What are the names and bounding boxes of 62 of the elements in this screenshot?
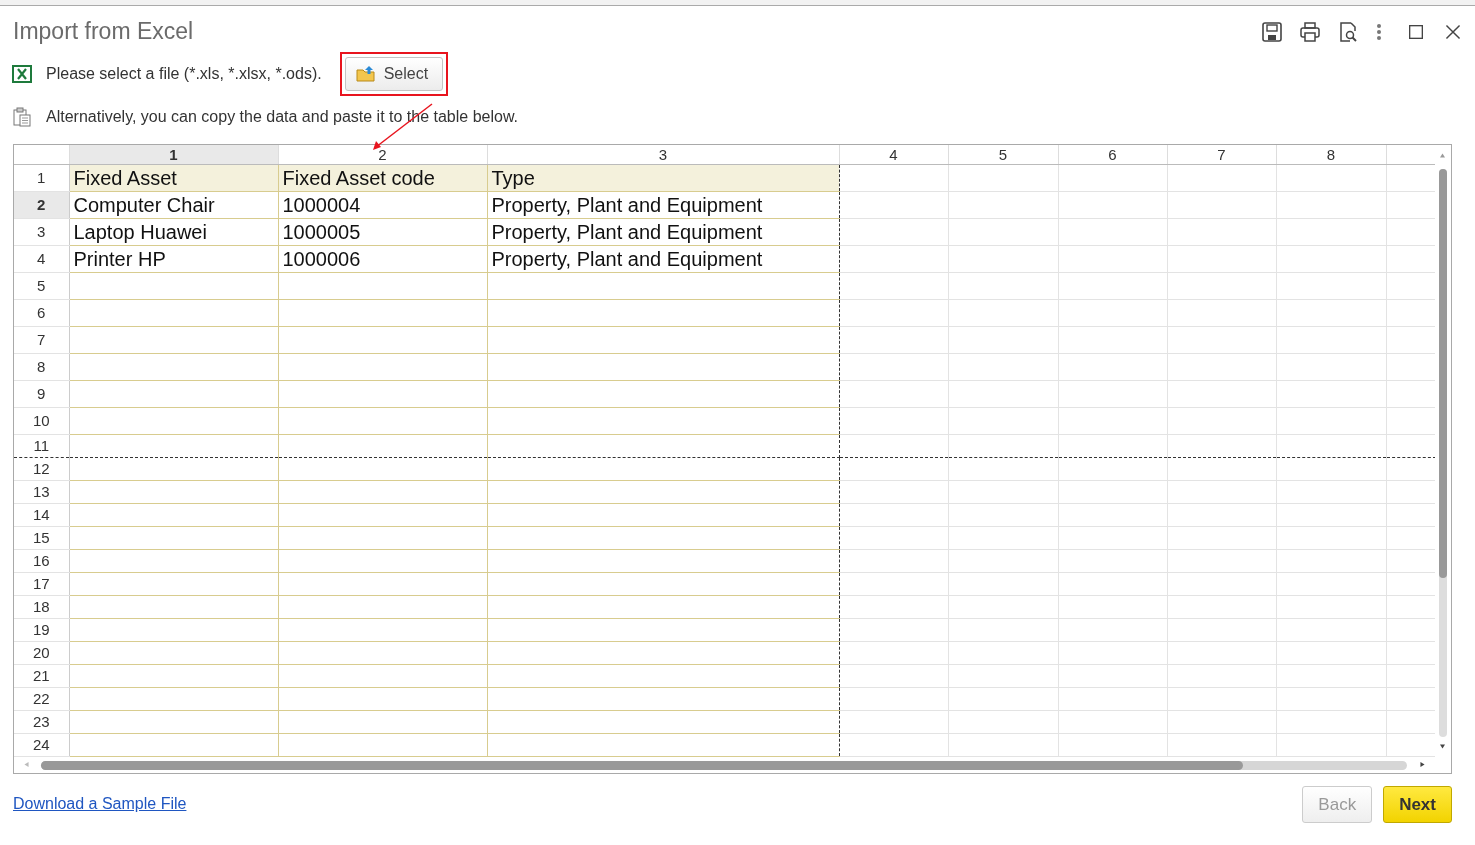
row-header[interactable]: 1 bbox=[14, 164, 69, 192]
window-title: Import from Excel bbox=[13, 18, 194, 46]
row-header[interactable]: 20 bbox=[14, 641, 69, 665]
table-cell: Property, Plant and Equipment bbox=[487, 191, 839, 219]
maximize-icon[interactable] bbox=[1409, 24, 1423, 39]
download-sample-link[interactable]: Download a Sample File bbox=[13, 792, 187, 817]
save-icon[interactable] bbox=[1261, 20, 1283, 43]
row-header[interactable]: 9 bbox=[14, 380, 69, 408]
row-header[interactable]: 2 bbox=[14, 191, 69, 219]
scroll-up-arrow[interactable] bbox=[1440, 152, 1445, 158]
row-header[interactable]: 15 bbox=[14, 526, 69, 550]
spreadsheet-icon bbox=[12, 64, 32, 83]
next-button[interactable]: Next bbox=[1383, 785, 1452, 824]
column-header[interactable]: 6 bbox=[1058, 144, 1167, 165]
row-header[interactable]: 19 bbox=[14, 618, 69, 642]
column-header[interactable]: 7 bbox=[1167, 144, 1276, 165]
vertical-scrollbar-thumb[interactable] bbox=[1439, 168, 1447, 578]
row-header[interactable]: 3 bbox=[14, 218, 69, 246]
close-icon[interactable] bbox=[1445, 23, 1461, 40]
table-cell: Property, Plant and Equipment bbox=[487, 245, 839, 273]
table-cell: Printer HP bbox=[69, 245, 278, 273]
row-header[interactable]: 5 bbox=[14, 272, 69, 300]
table-cell: 1000005 bbox=[278, 218, 487, 246]
file-prompt: Please select a file (*.xls, *.xlsx, *.ods). bbox=[46, 63, 322, 84]
select-button[interactable]: Select bbox=[344, 56, 444, 91]
column-header[interactable]: 8 bbox=[1276, 144, 1386, 165]
column-header[interactable]: 5 bbox=[948, 144, 1058, 165]
row-header[interactable]: 14 bbox=[14, 503, 69, 527]
row-header[interactable]: 13 bbox=[14, 480, 69, 504]
row-header[interactable]: 12 bbox=[14, 457, 69, 481]
row-header[interactable]: 16 bbox=[14, 549, 69, 573]
row-header[interactable]: 24 bbox=[14, 733, 69, 757]
row-header[interactable]: 6 bbox=[14, 299, 69, 327]
row-header[interactable]: 21 bbox=[14, 664, 69, 688]
table-cell: Computer Chair bbox=[69, 191, 278, 219]
scroll-right-arrow[interactable] bbox=[1420, 761, 1425, 767]
row-header[interactable]: 23 bbox=[14, 710, 69, 734]
column-header[interactable]: 4 bbox=[839, 144, 948, 165]
table-cell: Fixed Asset code bbox=[278, 164, 487, 192]
table-cell: Type bbox=[487, 164, 839, 192]
horizontal-scrollbar-thumb[interactable] bbox=[41, 760, 1244, 770]
table-cell: 1000004 bbox=[278, 191, 487, 219]
scroll-down-arrow[interactable] bbox=[1440, 743, 1445, 749]
clipboard-icon bbox=[12, 106, 32, 127]
folder-upload-icon bbox=[355, 65, 376, 83]
row-header[interactable]: 22 bbox=[14, 687, 69, 711]
column-header[interactable]: 3 bbox=[487, 144, 839, 165]
row-header[interactable]: 7 bbox=[14, 326, 69, 354]
row-header[interactable]: 8 bbox=[14, 353, 69, 381]
table-cell: 1000006 bbox=[278, 245, 487, 273]
print-icon[interactable] bbox=[1299, 20, 1321, 43]
row-header[interactable]: 17 bbox=[14, 572, 69, 596]
table-cell: Laptop Huawei bbox=[69, 218, 278, 246]
column-header[interactable]: 2 bbox=[278, 144, 487, 165]
row-header[interactable]: 11 bbox=[14, 434, 69, 458]
row-header[interactable]: 4 bbox=[14, 245, 69, 273]
row-header[interactable]: 18 bbox=[14, 595, 69, 619]
row-header[interactable]: 10 bbox=[14, 407, 69, 435]
preview-icon[interactable] bbox=[1337, 20, 1359, 43]
table-cell: Fixed Asset bbox=[69, 164, 278, 192]
column-header[interactable]: 1 bbox=[69, 144, 278, 165]
table-cell: Property, Plant and Equipment bbox=[487, 218, 839, 246]
